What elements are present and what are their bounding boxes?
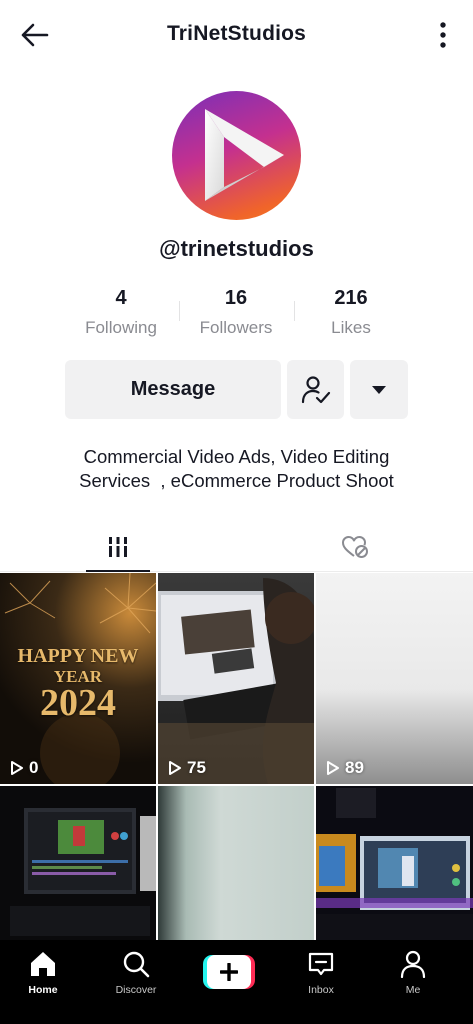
following-status-button[interactable] bbox=[287, 360, 344, 419]
editing-desk-graphic bbox=[316, 788, 473, 940]
view-count-value: 0 bbox=[29, 758, 39, 777]
tab-videos[interactable] bbox=[86, 522, 150, 572]
thumbnail-caption: HAPPY NEW bbox=[17, 645, 139, 667]
video-thumbnail[interactable] bbox=[316, 786, 473, 940]
more-actions-dropdown[interactable] bbox=[350, 360, 408, 419]
view-count: 89 bbox=[326, 758, 364, 778]
likes-count: 216 bbox=[334, 287, 368, 309]
following-label: Following bbox=[85, 318, 157, 337]
followers-count: 16 bbox=[224, 287, 248, 309]
play-logo-icon bbox=[205, 109, 284, 201]
home-icon bbox=[31, 952, 55, 976]
video-thumbnail[interactable] bbox=[0, 786, 156, 940]
profile-actions: Message bbox=[0, 360, 473, 420]
stat-followers[interactable]: 16 Followers bbox=[181, 287, 291, 338]
stat-divider bbox=[179, 301, 180, 321]
create-button[interactable] bbox=[203, 955, 255, 989]
vertical-dots-icon bbox=[440, 22, 446, 48]
plus-icon bbox=[220, 963, 238, 981]
active-tab-indicator bbox=[86, 570, 150, 572]
followers-label: Followers bbox=[199, 318, 273, 337]
grid-bars-icon bbox=[108, 537, 128, 557]
stat-following[interactable]: 4 Following bbox=[66, 287, 176, 338]
hidden-heart-icon bbox=[342, 536, 368, 558]
likes-label: Likes bbox=[331, 318, 371, 337]
stat-divider bbox=[294, 301, 295, 321]
video-thumbnail[interactable] bbox=[158, 786, 314, 940]
nav-discover-label: Discover bbox=[115, 984, 157, 996]
more-options-button[interactable] bbox=[433, 20, 453, 50]
caret-down-icon bbox=[372, 385, 386, 394]
play-outline-icon bbox=[169, 761, 181, 775]
view-count-value: 75 bbox=[187, 758, 206, 777]
view-count: 75 bbox=[168, 758, 206, 778]
video-thumbnail[interactable]: 75 bbox=[158, 573, 314, 784]
bottom-navigation: Home Discover Inbox Me bbox=[0, 940, 473, 1024]
content-tabs bbox=[0, 522, 473, 572]
avatar[interactable] bbox=[172, 91, 301, 220]
user-check-icon bbox=[301, 375, 330, 403]
bio-line: Commercial Video Ads, Video Editing bbox=[83, 446, 390, 467]
page-title: TriNetStudios bbox=[166, 22, 307, 45]
thumbnail-caption: 2024 bbox=[40, 682, 116, 724]
create-button-face bbox=[207, 955, 251, 989]
inbox-icon bbox=[308, 952, 334, 976]
stat-likes[interactable]: 216 Likes bbox=[296, 287, 406, 338]
play-outline-icon bbox=[327, 761, 339, 775]
nav-inbox[interactable]: Inbox bbox=[286, 950, 356, 1012]
video-grid: HAPPY NEW YEAR 2024 0 75 89 bbox=[0, 573, 473, 940]
search-icon bbox=[123, 951, 150, 978]
video-thumbnail[interactable]: 89 bbox=[316, 573, 473, 784]
top-bar: TriNetStudios bbox=[0, 0, 473, 70]
message-button[interactable]: Message bbox=[65, 360, 281, 419]
nav-home-label: Home bbox=[28, 984, 58, 996]
play-outline-icon bbox=[11, 761, 23, 775]
nav-inbox-label: Inbox bbox=[308, 984, 334, 996]
profile-handle: @trinetstudios bbox=[159, 236, 314, 261]
nav-discover[interactable]: Discover bbox=[101, 950, 171, 1012]
video-thumbnail[interactable]: HAPPY NEW YEAR 2024 0 bbox=[0, 573, 156, 784]
nav-me-label: Me bbox=[405, 984, 421, 996]
editing-scene-graphic bbox=[158, 578, 314, 784]
editing-monitor-graphic bbox=[10, 808, 156, 936]
view-count-value: 89 bbox=[345, 758, 364, 777]
nav-me[interactable]: Me bbox=[378, 950, 448, 1012]
bio-line: Services , eCommerce Product Shoot bbox=[79, 470, 394, 491]
view-count: 0 bbox=[10, 758, 38, 778]
person-icon bbox=[400, 950, 426, 978]
tab-liked[interactable] bbox=[323, 522, 387, 572]
profile-bio: Commercial Video Ads, Video Editing Serv… bbox=[0, 445, 473, 493]
profile-stats: 4 Following 16 Followers 216 Likes bbox=[0, 287, 473, 341]
nav-home[interactable]: Home bbox=[8, 950, 78, 1012]
following-count: 4 bbox=[115, 287, 127, 309]
